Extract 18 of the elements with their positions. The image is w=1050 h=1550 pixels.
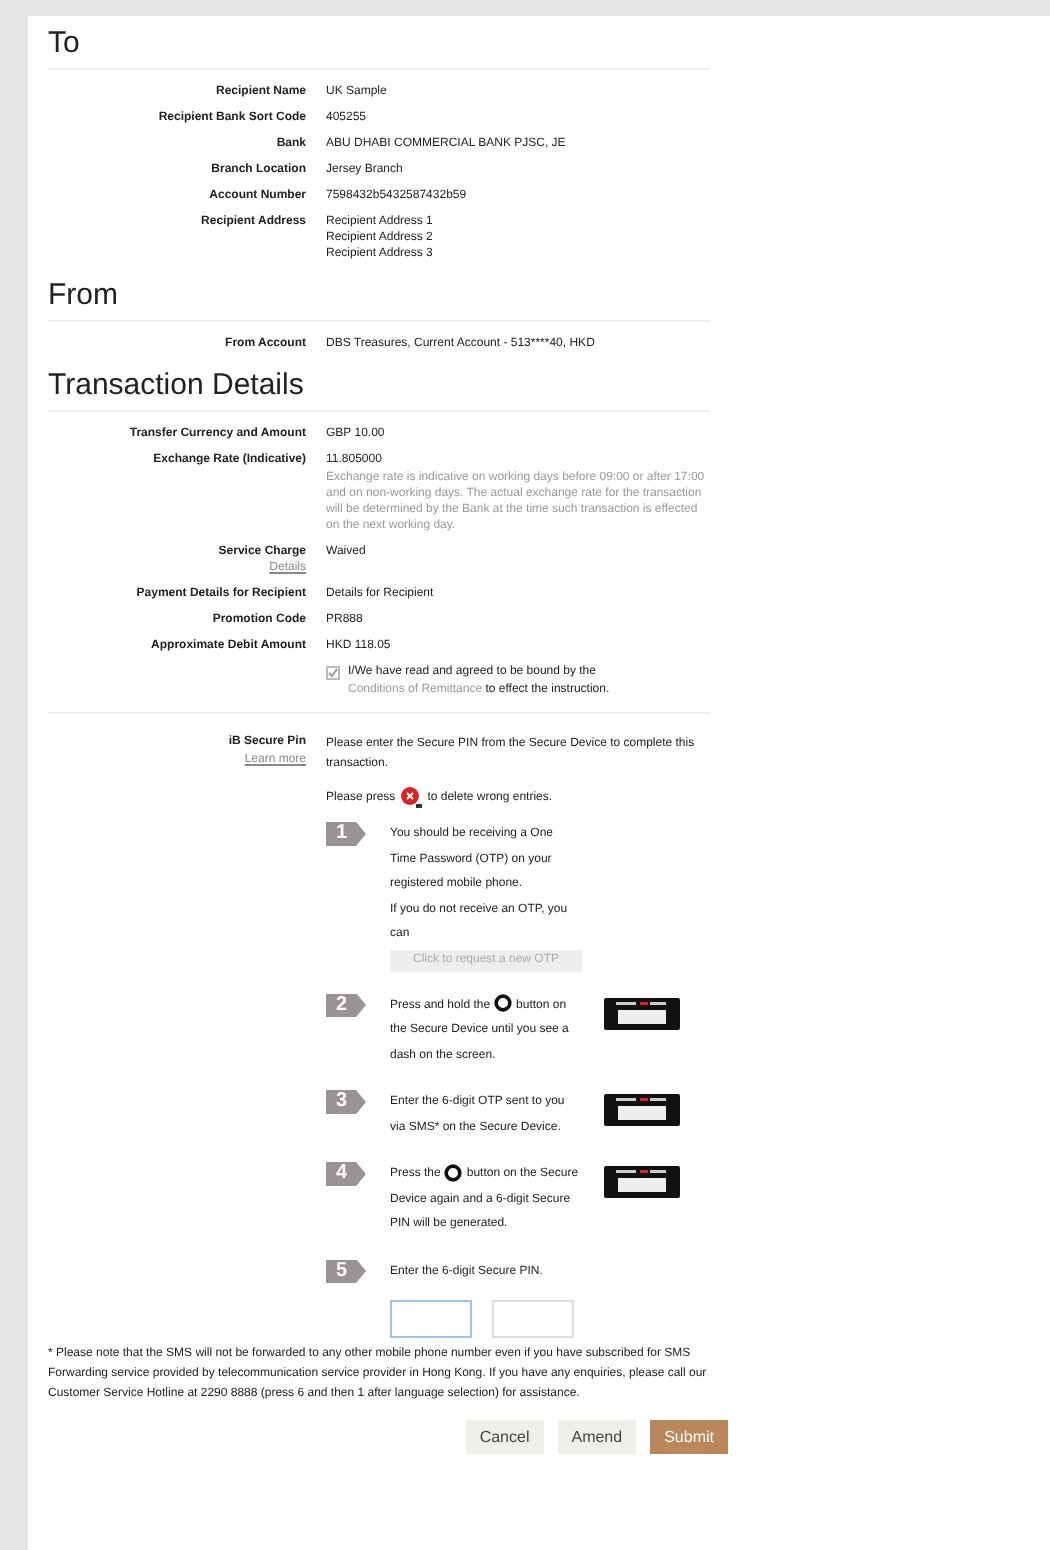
section-heading: Transaction Details <box>48 366 710 412</box>
check-icon <box>328 668 338 678</box>
step-number: 4 <box>326 1162 366 1186</box>
agree-checkbox[interactable] <box>326 666 340 680</box>
pin-input-field[interactable] <box>492 1300 574 1338</box>
power-button-icon <box>444 1163 463 1182</box>
pin-input-field[interactable] <box>390 1300 472 1338</box>
delete-key-icon <box>399 786 424 810</box>
power-button-icon <box>494 994 513 1013</box>
secondary-button[interactable]: Amend <box>557 1420 637 1454</box>
section-heading: To <box>48 24 710 70</box>
step-number: 5 <box>326 1259 366 1283</box>
step-number: 3 <box>326 1090 366 1114</box>
section-heading: From <box>48 276 710 322</box>
secondary-button[interactable]: Cancel <box>465 1420 544 1454</box>
submit-button[interactable]: Submit <box>650 1420 728 1454</box>
step-number: 2 <box>326 993 366 1017</box>
step-number: 1 <box>326 822 366 846</box>
